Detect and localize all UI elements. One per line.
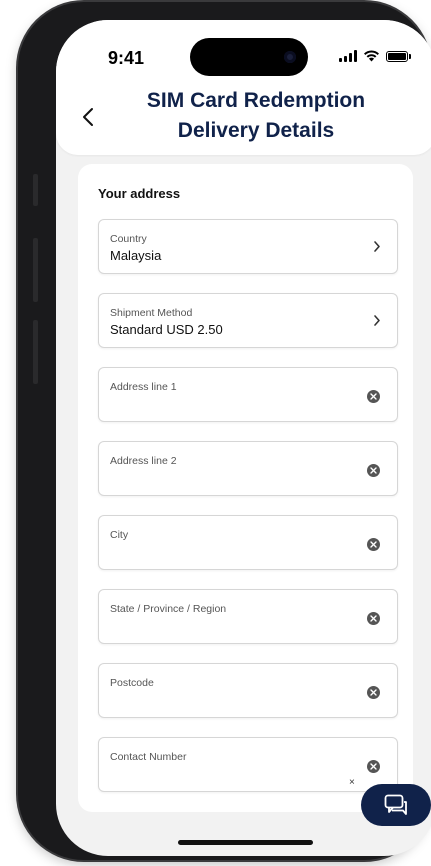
page-title-line2: Delivery Details (177, 119, 335, 142)
country-label: Country (110, 233, 147, 245)
status-icons (339, 50, 411, 62)
address-line-1-label: Address line 1 (110, 381, 177, 393)
shipment-method-field[interactable]: Shipment Method Standard USD 2.50 (98, 293, 398, 348)
address-line-2-input[interactable]: Address line 2 (98, 441, 398, 496)
volume-up-button (33, 238, 38, 302)
page-title-line1: SIM Card Redemption (146, 89, 366, 112)
volume-down-button (33, 320, 38, 384)
chevron-right-icon (374, 241, 380, 252)
clear-icon[interactable] (367, 390, 380, 403)
battery-icon (386, 50, 411, 62)
clear-icon[interactable] (367, 760, 380, 773)
home-indicator[interactable] (178, 840, 313, 845)
address-line-2-label: Address line 2 (110, 455, 177, 467)
status-time: 9:41 (108, 48, 145, 68)
silent-switch (33, 174, 38, 206)
dismiss-chat-icon[interactable]: × (349, 777, 355, 788)
country-value: Malaysia (110, 248, 162, 263)
city-input[interactable]: City (98, 515, 398, 570)
postcode-input[interactable]: Postcode (98, 663, 398, 718)
shipment-value: Standard USD 2.50 (110, 322, 223, 337)
app-header: 9:41 SIM Card Redemption Delivery Detail… (56, 20, 431, 155)
chat-icon (384, 794, 407, 815)
clear-icon[interactable] (367, 612, 380, 625)
wifi-icon (364, 50, 379, 62)
clear-icon[interactable] (367, 464, 380, 477)
shipment-label: Shipment Method (110, 307, 193, 319)
signal-icon (339, 50, 357, 62)
country-field[interactable]: Country Malaysia (98, 219, 398, 274)
chevron-left-icon (83, 108, 93, 126)
city-label: City (110, 529, 129, 541)
chat-button[interactable] (361, 784, 431, 826)
section-title: Your address (98, 186, 181, 201)
state-input[interactable]: State / Province / Region (98, 589, 398, 644)
chevron-right-icon (374, 315, 380, 326)
page-title: SIM Card Redemption Delivery Details (106, 86, 406, 146)
back-button[interactable] (76, 102, 100, 132)
address-line-1-input[interactable]: Address line 1 (98, 367, 398, 422)
phone-frame: 9:41 SIM Card Redemption Delivery Detail… (18, 2, 431, 860)
clear-icon[interactable] (367, 686, 380, 699)
clear-icon[interactable] (367, 538, 380, 551)
dynamic-island (190, 38, 308, 76)
postcode-label: Postcode (110, 677, 154, 689)
screen: 9:41 SIM Card Redemption Delivery Detail… (56, 20, 431, 856)
camera-icon (284, 51, 296, 63)
contact-number-label: Contact Number (110, 751, 187, 763)
state-label: State / Province / Region (110, 603, 227, 615)
